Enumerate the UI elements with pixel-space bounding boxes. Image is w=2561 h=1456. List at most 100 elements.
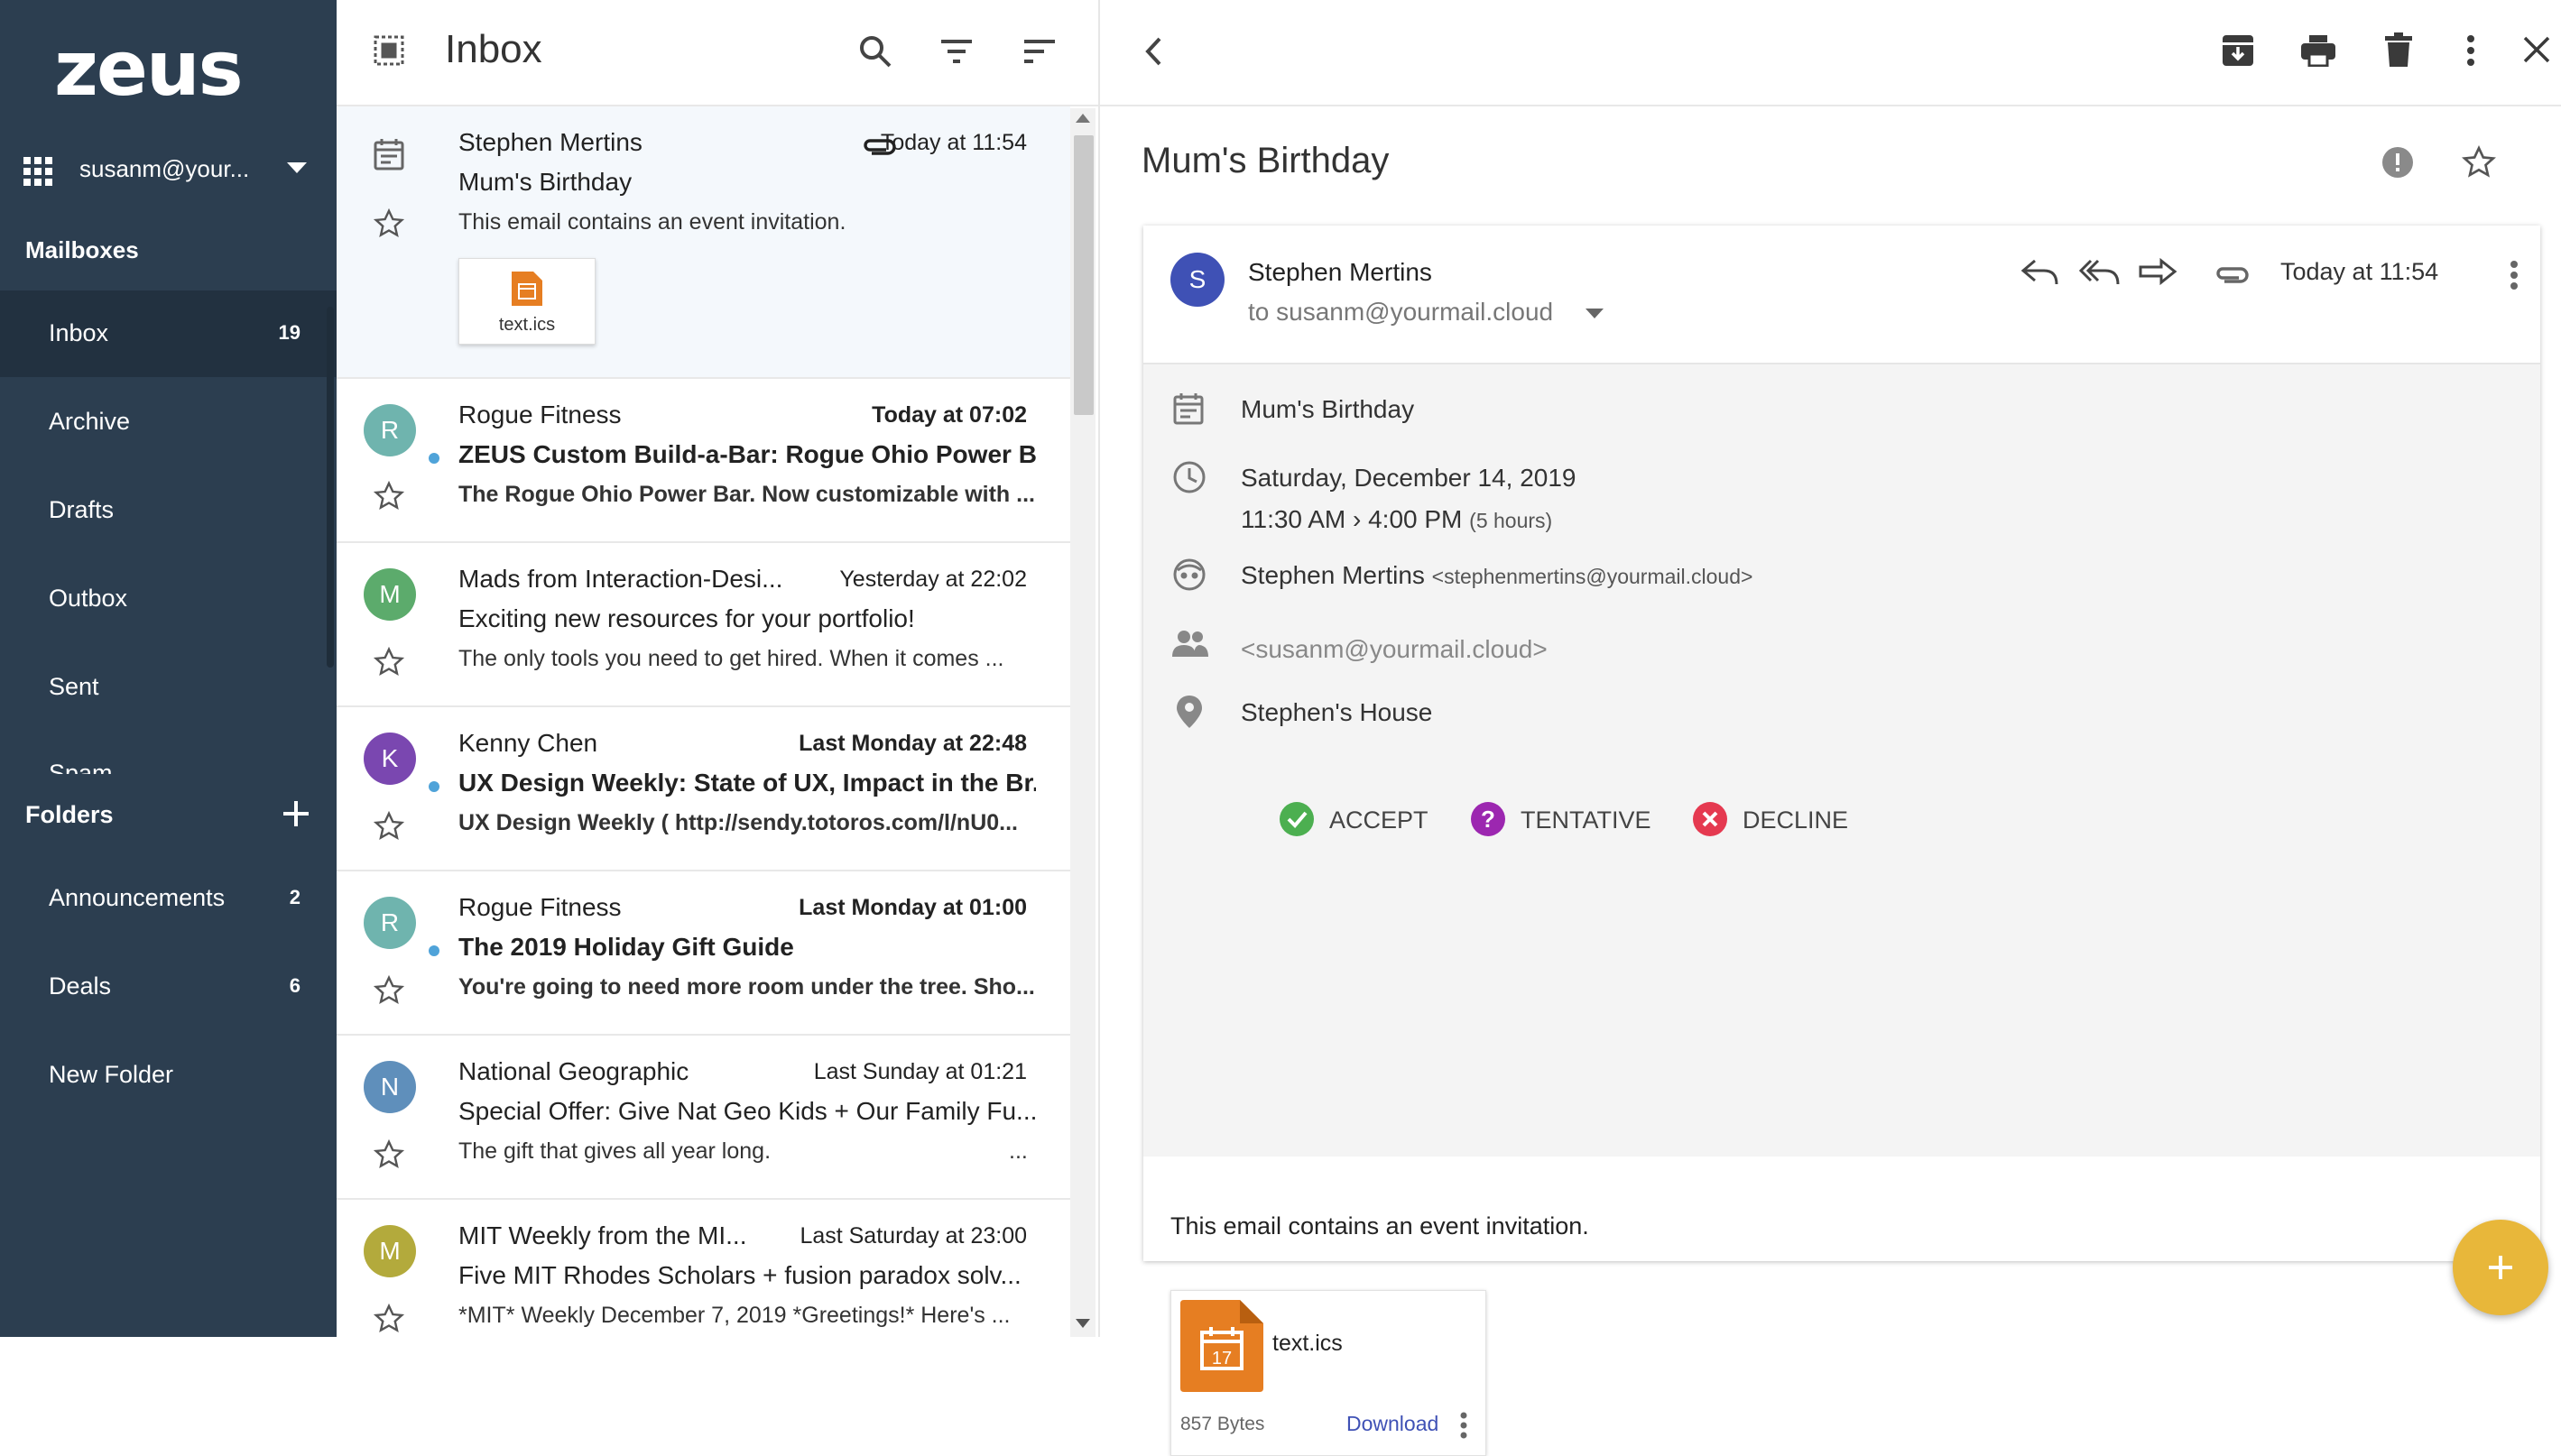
calendar-icon — [1172, 392, 1205, 426]
star-icon[interactable] — [373, 974, 405, 1007]
add-icon[interactable] — [280, 797, 312, 830]
decline-label: DECLINE — [1743, 806, 1849, 834]
recipient-line: to susanm@yourmail.cloud — [1248, 298, 1554, 326]
reader-subject: Mum's Birthday — [1142, 141, 1390, 180]
download-link[interactable]: Download — [1346, 1412, 1438, 1436]
star-icon[interactable] — [373, 1138, 405, 1171]
sender-name: Stephen Mertins — [1248, 258, 1432, 286]
star-icon[interactable] — [373, 810, 405, 843]
more-vert-icon[interactable] — [1460, 1412, 1467, 1439]
star-icon[interactable] — [373, 1303, 405, 1335]
caret-down-icon[interactable] — [1586, 309, 1604, 318]
sidebar-item-archive[interactable]: Archive — [0, 379, 337, 465]
organizer-email: <stephenmertins@yourmail.cloud> — [1431, 565, 1753, 588]
message-snippet: This email contains an event invitation. — [458, 209, 846, 235]
unread-dot — [429, 453, 439, 464]
select-all-icon[interactable] — [373, 34, 405, 67]
reply-all-icon[interactable] — [2078, 258, 2122, 287]
message-row[interactable]: R Rogue Fitness Today at 07:02 ZEUS Cust… — [337, 379, 1070, 543]
message-subject: Exciting new resources for your portfoli… — [458, 604, 915, 632]
message-snippet: The gift that gives all year long. — [458, 1138, 772, 1164]
apps-grid-icon[interactable] — [23, 157, 52, 186]
message-sender: Rogue Fitness — [458, 401, 622, 429]
sidebar-item-sent[interactable]: Sent — [0, 644, 337, 731]
reading-pane: Mum's Birthday S Stephen Mertins to susa… — [1100, 0, 2561, 1456]
close-icon[interactable] — [2523, 36, 2550, 63]
avatar: M — [364, 568, 416, 621]
message-time: Last Sunday at 01:21 — [813, 1059, 1027, 1084]
avatar: K — [364, 733, 416, 785]
message-row[interactable]: M MIT Weekly from the MI... Last Saturda… — [337, 1200, 1070, 1362]
star-icon[interactable] — [2461, 144, 2497, 180]
message-row[interactable]: M Mads from Interaction-Desi... Yesterda… — [337, 543, 1070, 707]
more-vert-icon[interactable] — [2466, 34, 2475, 67]
account-switcher[interactable]: susanm@your... — [0, 144, 337, 195]
message-row[interactable]: R Rogue Fitness Last Monday at 01:00 The… — [337, 871, 1070, 1036]
back-icon[interactable] — [1143, 36, 1163, 67]
sort-icon[interactable] — [1022, 36, 1057, 67]
calendar-day: 17 — [1212, 1349, 1232, 1368]
more-vert-icon[interactable] — [2510, 260, 2519, 290]
accept-label: ACCEPT — [1329, 806, 1428, 834]
cancel-circle-icon — [1692, 801, 1728, 837]
print-icon[interactable] — [2300, 34, 2336, 67]
unread-count: 2 — [289, 886, 300, 908]
message-time: Last Saturday at 23:00 — [800, 1223, 1027, 1249]
message-row[interactable]: N National Geographic Last Sunday at 01:… — [337, 1036, 1070, 1200]
sidebar-item-label: Spam — [49, 760, 113, 774]
message-subject: Mum's Birthday — [458, 168, 633, 196]
sidebar-item-inbox[interactable]: Inbox 19 — [0, 290, 337, 377]
avatar: R — [364, 404, 416, 456]
folders-heading: Folders — [25, 801, 114, 828]
reply-icon[interactable] — [2020, 258, 2060, 287]
message-row[interactable]: Stephen Mertins Today at 11:54 Mum's Bir… — [337, 106, 1070, 379]
list-scroll-thumb[interactable] — [1074, 135, 1094, 415]
message-sender: Mads from Interaction-Desi... — [458, 565, 783, 593]
people-icon — [1172, 630, 1208, 657]
trash-icon[interactable] — [2385, 32, 2412, 67]
sidebar-item-new-folder[interactable]: New Folder — [0, 1032, 337, 1119]
compose-button[interactable] — [2453, 1220, 2548, 1315]
message-subject: The 2019 Holiday Gift Guide — [458, 933, 794, 961]
tentative-label: TENTATIVE — [1521, 806, 1651, 834]
report-icon[interactable] — [2381, 146, 2414, 179]
event-title: Mum's Birthday — [1241, 395, 1415, 423]
attachment-name: text.ics — [1272, 1331, 1343, 1356]
message-subject: Special Offer: Give Nat Geo Kids + Our F… — [458, 1097, 1036, 1125]
sidebar-item-label: Archive — [49, 408, 131, 435]
unread-dot — [429, 945, 439, 956]
sidebar-scrollbar[interactable] — [327, 307, 334, 668]
message-sender: Stephen Mertins — [458, 128, 643, 156]
organizer-name: Stephen Mertins — [1241, 561, 1425, 589]
message-subject: ZEUS Custom Build-a-Bar: Rogue Ohio Powe… — [458, 440, 1036, 468]
attachment-size: 857 Bytes — [1180, 1414, 1265, 1434]
star-icon[interactable] — [373, 480, 405, 512]
caret-down-icon[interactable] — [287, 162, 307, 173]
event-date: Saturday, December 14, 2019 — [1241, 464, 1576, 492]
zeus-logo[interactable]: zeus — [54, 31, 298, 106]
message-time: Last Monday at 22:48 — [799, 731, 1027, 756]
event-location: Stephen's House — [1241, 698, 1433, 726]
archive-icon[interactable] — [2222, 34, 2254, 67]
message-snippet: *MIT* Weekly December 7, 2019 *Greetings… — [458, 1303, 1011, 1328]
sidebar-item-label: Drafts — [49, 496, 115, 523]
sidebar-item-announcements[interactable]: Announcements 2 — [0, 855, 337, 942]
list-header: Inbox — [337, 0, 1098, 106]
attachment-card[interactable]: 17 text.ics 857 Bytes Download — [1170, 1290, 1486, 1456]
sidebar-item-spam[interactable]: Spam — [0, 756, 337, 774]
help-circle-icon: ? — [1470, 801, 1506, 837]
star-icon[interactable] — [373, 646, 405, 678]
attachment-chip[interactable]: text.ics — [458, 258, 596, 345]
sidebar-item-deals[interactable]: Deals 6 — [0, 944, 337, 1030]
reader-toolbar — [1100, 0, 2561, 106]
forward-icon[interactable] — [2138, 258, 2177, 287]
sidebar-item-outbox[interactable]: Outbox — [0, 556, 337, 642]
sidebar-item-drafts[interactable]: Drafts — [0, 467, 337, 554]
message-card: S Stephen Mertins to susanm@yourmail.clo… — [1143, 226, 2540, 1456]
filter-icon[interactable] — [939, 36, 974, 67]
star-icon[interactable] — [373, 207, 405, 240]
message-snippet: The only tools you need to get hired. Wh… — [458, 646, 1004, 671]
message-row[interactable]: K Kenny Chen Last Monday at 22:48 UX Des… — [337, 707, 1070, 871]
search-icon[interactable] — [858, 34, 892, 69]
paperclip-icon — [2214, 265, 2250, 285]
